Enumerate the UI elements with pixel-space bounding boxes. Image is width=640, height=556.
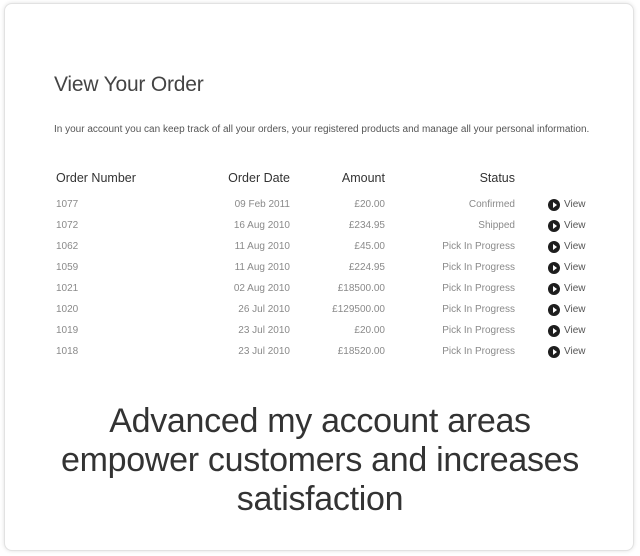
order-number: 1018 (56, 346, 79, 357)
order-number: 1072 (56, 220, 79, 231)
order-number: 1020 (56, 304, 79, 315)
view-label: View (564, 325, 586, 336)
order-date: 11 Aug 2010 (234, 241, 290, 252)
orders-table: Order Number Order Date Amount Status 10… (54, 168, 614, 362)
table-row: 1062 11 Aug 2010 £45.00 Pick In Progress… (54, 236, 614, 257)
view-label: View (564, 241, 586, 252)
order-status: Pick In Progress (442, 241, 515, 252)
play-circle-icon (548, 303, 560, 316)
header-amount: Amount (341, 171, 385, 185)
table-row: 1021 02 Aug 2010 £18500.00 Pick In Progr… (54, 278, 614, 299)
caption-line: empower customers and increases (61, 441, 579, 479)
view-label: View (564, 346, 586, 357)
order-status: Pick In Progress (442, 346, 515, 357)
table-row: 1077 09 Feb 2011 £20.00 Confirmed View (54, 194, 614, 215)
order-amount: £20.00 (354, 199, 385, 210)
view-label: View (564, 262, 586, 273)
order-date: 09 Feb 2011 (234, 199, 290, 210)
header-order-number: Order Number (56, 171, 136, 185)
caption-line: Advanced my account areas (109, 402, 531, 440)
order-amount: £18520.00 (337, 346, 385, 357)
play-circle-icon (548, 198, 560, 211)
view-order-button[interactable]: View (548, 341, 586, 362)
order-date: 16 Aug 2010 (233, 220, 290, 231)
table-header: Order Number Order Date Amount Status (54, 168, 614, 194)
header-order-date: Order Date (228, 171, 290, 185)
play-circle-icon (548, 219, 560, 232)
order-number: 1062 (56, 241, 79, 252)
view-label: View (564, 220, 586, 231)
order-amount: £234.95 (348, 220, 385, 231)
order-number: 1019 (56, 325, 79, 336)
order-number: 1059 (56, 262, 79, 273)
order-date: 23 Jul 2010 (238, 325, 290, 336)
order-amount: £18500.00 (337, 283, 385, 294)
order-status: Pick In Progress (442, 262, 515, 273)
view-order-button[interactable]: View (548, 257, 586, 278)
view-order-button[interactable]: View (548, 194, 586, 215)
intro-text: In your account you can keep track of al… (54, 124, 590, 135)
view-order-button[interactable]: View (548, 299, 586, 320)
promo-caption: Advanced my account areas empower custom… (0, 402, 640, 519)
view-label: View (564, 304, 586, 315)
order-date: 23 Jul 2010 (238, 346, 290, 357)
play-circle-icon (548, 345, 560, 358)
order-status: Pick In Progress (442, 325, 515, 336)
order-amount: £45.00 (354, 241, 385, 252)
table-row: 1059 11 Aug 2010 £224.95 Pick In Progres… (54, 257, 614, 278)
order-number: 1021 (56, 283, 79, 294)
order-amount: £129500.00 (332, 304, 385, 315)
table-row: 1020 26 Jul 2010 £129500.00 Pick In Prog… (54, 299, 614, 320)
play-circle-icon (548, 324, 560, 337)
order-amount: £20.00 (354, 325, 385, 336)
table-row: 1018 23 Jul 2010 £18520.00 Pick In Progr… (54, 341, 614, 362)
order-status: Pick In Progress (442, 283, 515, 294)
order-number: 1077 (56, 199, 79, 210)
page-title: View Your Order (54, 73, 204, 96)
order-date: 11 Aug 2010 (234, 262, 290, 273)
table-row: 1072 16 Aug 2010 £234.95 Shipped View (54, 215, 614, 236)
order-status: Pick In Progress (442, 304, 515, 315)
order-date: 02 Aug 2010 (233, 283, 290, 294)
order-date: 26 Jul 2010 (238, 304, 290, 315)
view-order-button[interactable]: View (548, 215, 586, 236)
play-circle-icon (548, 282, 560, 295)
view-order-button[interactable]: View (548, 236, 586, 257)
order-amount: £224.95 (348, 262, 385, 273)
order-status: Confirmed (468, 199, 515, 210)
view-label: View (564, 283, 586, 294)
view-order-button[interactable]: View (548, 278, 586, 299)
caption-line: satisfaction (236, 480, 404, 518)
table-row: 1019 23 Jul 2010 £20.00 Pick In Progress… (54, 320, 614, 341)
play-circle-icon (548, 261, 560, 274)
order-status: Shipped (478, 220, 515, 231)
view-label: View (564, 199, 586, 210)
header-status: Status (479, 171, 515, 185)
play-circle-icon (548, 240, 560, 253)
view-order-button[interactable]: View (548, 320, 586, 341)
